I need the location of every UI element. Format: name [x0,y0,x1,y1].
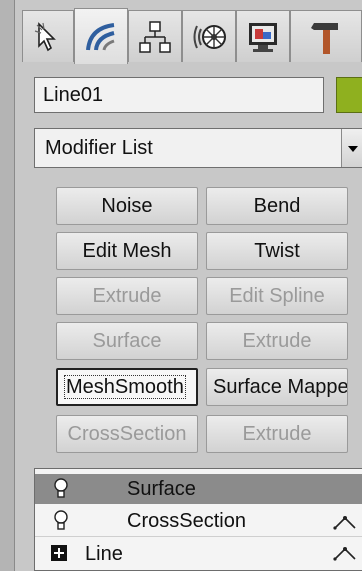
stack-item-crosssection[interactable]: CrossSection [35,506,362,537]
modifier-list-label: Modifier List [45,137,153,159]
tab-hierarchy[interactable] [128,10,182,62]
light-bulb-icon[interactable] [53,478,69,500]
extrude-button-2[interactable]: Extrude [206,322,348,360]
bend-button[interactable]: Bend [206,187,348,225]
expand-plus-icon[interactable] [51,545,67,561]
stack-item-line[interactable]: Line [35,537,362,569]
stack-item-label: Surface [127,478,196,500]
utilities-hammer-icon [311,22,338,54]
edit-mesh-button[interactable]: Edit Mesh [56,232,198,270]
meshsmooth-label: MeshSmooth [64,375,186,399]
surface-button[interactable]: Surface [56,322,198,360]
modifier-list-dropdown[interactable]: Modifier List [34,128,362,168]
crosssection-button[interactable]: CrossSection [56,415,198,453]
motion-icon [193,24,226,49]
tab-create[interactable] [22,10,74,62]
modify-icon [86,22,115,50]
modifier-stack: Surface CrossSection Line [34,468,362,571]
tab-utilities[interactable] [290,10,362,62]
twist-button[interactable]: Twist [206,232,348,270]
stack-item-surface[interactable]: Surface [35,474,362,504]
extrude-button-3[interactable]: Extrude [206,415,348,453]
command-panel: Line01 Modifier List Noise Bend Edit Mes… [0,0,362,571]
extrude-button[interactable]: Extrude [56,277,198,315]
edit-spline-button[interactable]: Edit Spline [206,277,348,315]
command-panel-tabs [22,8,362,64]
subobject-vertex-icon [333,547,356,561]
create-arrow-icon [34,21,56,51]
panel-left-edge [0,0,15,571]
display-icon [249,22,277,52]
subobject-vertex-icon [333,516,356,530]
surface-mapper-button[interactable]: Surface Mapper [206,368,348,406]
hierarchy-icon [139,20,171,53]
noise-button[interactable]: Noise [56,187,198,225]
tab-modify[interactable] [74,8,128,64]
object-color-swatch[interactable] [336,77,362,113]
tab-display[interactable] [236,10,290,62]
meshsmooth-button[interactable]: MeshSmooth [56,368,198,406]
light-bulb-icon[interactable] [53,510,69,532]
object-name-field[interactable]: Line01 [34,77,324,113]
dropdown-arrow-icon[interactable] [341,129,362,167]
stack-item-label: CrossSection [127,510,246,532]
stack-item-label: Line [85,543,123,565]
tab-motion[interactable] [182,10,236,62]
